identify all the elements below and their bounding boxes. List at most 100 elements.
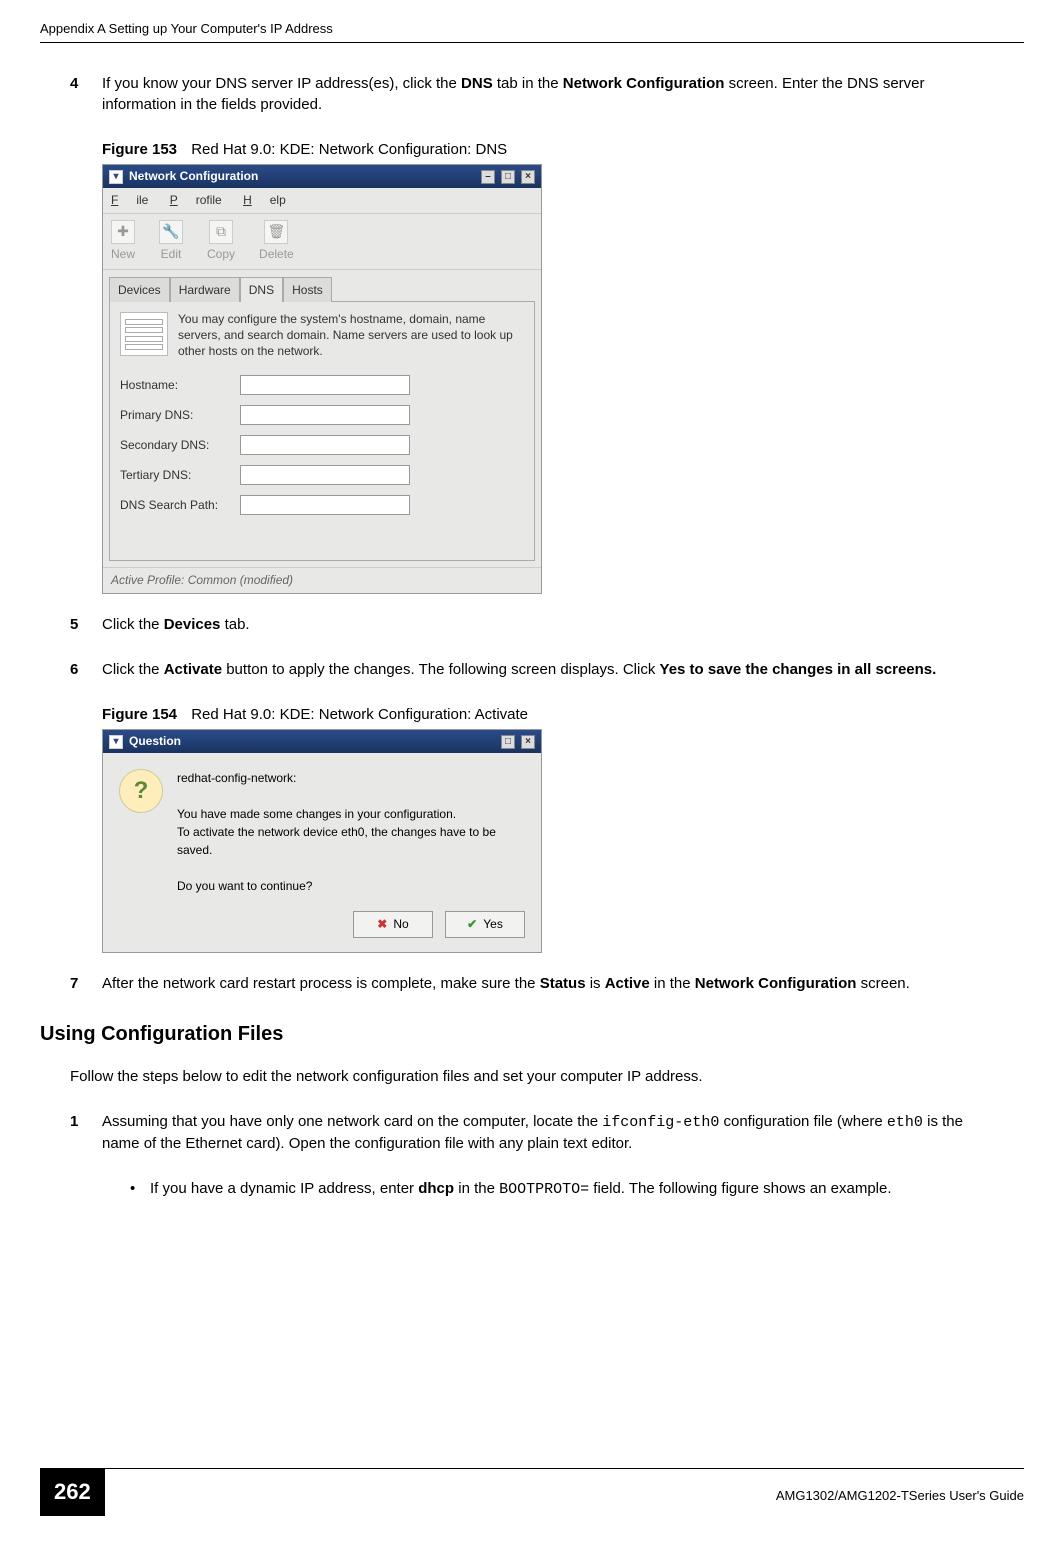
dialog-titlebar[interactable]: ▾ Question □ × [103,730,541,753]
tab-devices[interactable]: Devices [109,277,170,303]
no-button[interactable]: ✖No [353,911,433,938]
dialog-close-button[interactable]: × [521,735,535,749]
primary-dns-row: Primary DNS: [120,405,524,425]
step-7-b1: Status [540,975,586,992]
figure-153: Figure 153 Red Hat 9.0: KDE: Network Con… [102,139,994,594]
step-7-post: screen. [856,975,909,992]
step-1b-mid: configuration file (where [719,1113,887,1130]
dialog-buttons: ✖No ✔ Yes [103,903,541,952]
question-dialog: ▾ Question □ × ? redhat-config-network: … [102,729,542,953]
figure-154-caption-text: Red Hat 9.0: KDE: Network Configuration:… [191,706,528,723]
tab-hosts[interactable]: Hosts [283,277,332,303]
step-5-bold: Devices [164,616,221,633]
secondary-dns-input[interactable] [240,435,410,455]
tab-hardware[interactable]: Hardware [170,277,240,303]
step-1b-num: 1 [70,1111,102,1154]
bullet-text: If you have a dynamic IP address, enter … [150,1178,892,1200]
figure-153-caption-text: Red Hat 9.0: KDE: Network Configuration:… [191,141,507,158]
toolbar-copy[interactable]: ⧉ Copy [207,220,235,263]
window-titlebar[interactable]: ▾ Network Configuration – □ × [103,165,541,188]
question-icon: ? [119,769,163,813]
toolbar-delete[interactable]: 🗑 Delete [259,220,294,263]
figure-154: Figure 154 Red Hat 9.0: KDE: Network Con… [102,704,994,953]
bullet-mid: in the [454,1180,499,1197]
hostname-row: Hostname: [120,375,524,395]
window-menu-icon[interactable]: ▾ [109,170,123,184]
step-7: 7 After the network card restart process… [70,973,994,994]
copy-icon: ⧉ [209,220,233,244]
hostname-label: Hostname: [120,377,240,394]
step-4-text: If you know your DNS server IP address(e… [102,73,994,115]
toolbar-new-label: New [111,246,135,263]
minimize-button[interactable]: – [481,170,495,184]
step-4: 4 If you know your DNS server IP address… [70,73,994,115]
toolbar-new[interactable]: ✚ New [111,220,135,263]
tab-dns[interactable]: DNS [240,277,283,303]
step-6-mid: button to apply the changes. The followi… [222,661,659,678]
status-bar: Active Profile: Common (modified) [103,567,541,593]
step-4-mid: tab in the [493,75,563,92]
dhcp-bullet: • If you have a dynamic IP address, ente… [130,1178,994,1200]
step-7-text: After the network card restart process i… [102,973,994,994]
dialog-line4: Do you want to continue? [177,877,525,895]
step-6-bold1: Activate [164,661,222,678]
step-6-pre: Click the [102,661,164,678]
dialog-message: redhat-config-network: You have made som… [177,769,525,895]
tertiary-dns-input[interactable] [240,465,410,485]
menu-profile[interactable]: Profile [170,193,222,207]
dns-servers-icon [120,312,168,356]
bullet-post: field. The following figure shows an exa… [589,1180,891,1197]
step-6-bold2: Yes to save the changes in all screens. [660,661,937,678]
toolbar-delete-label: Delete [259,246,294,263]
menu-file[interactable]: File [111,193,148,207]
no-label: No [393,916,408,933]
figure-154-caption: Figure 154 Red Hat 9.0: KDE: Network Con… [102,704,994,725]
step-7-mid: is [586,975,605,992]
dns-description-text: You may configure the system's hostname,… [178,312,524,359]
delete-icon: 🗑 [264,220,288,244]
dialog-maximize-button[interactable]: □ [501,735,515,749]
dialog-line2: You have made some changes in your confi… [177,805,525,823]
dialog-menu-icon[interactable]: ▾ [109,735,123,749]
bullet-code: BOOTPROTO= [499,1181,589,1198]
dialog-line1: redhat-config-network: [177,769,525,787]
step-7-mid2: in the [650,975,695,992]
hostname-input[interactable] [240,375,410,395]
tertiary-dns-row: Tertiary DNS: [120,465,524,485]
step-4-num: 4 [70,73,102,115]
step-5-post: tab. [220,616,249,633]
running-head: Appendix A Setting up Your Computer's IP… [40,20,1024,43]
section-heading: Using Configuration Files [40,1020,994,1048]
toolbar: ✚ New 🔧Edit ⧉ Copy 🗑 Delete [103,214,541,270]
step-7-b2: Active [605,975,650,992]
step-7-pre: After the network card restart process i… [102,975,540,992]
primary-dns-input[interactable] [240,405,410,425]
new-icon: ✚ [111,220,135,244]
dns-description-row: You may configure the system's hostname,… [120,312,524,359]
step-6-num: 6 [70,659,102,680]
figure-154-label: Figure 154 [102,706,177,723]
step-1b-code1: ifconfig-eth0 [602,1114,719,1131]
menu-help[interactable]: Help [243,193,286,207]
toolbar-edit[interactable]: 🔧Edit [159,220,183,263]
step-4-pre: If you know your DNS server IP address(e… [102,75,461,92]
step-4-bold1: DNS [461,75,493,92]
maximize-button[interactable]: □ [501,170,515,184]
tabs: Devices Hardware DNS Hosts [103,276,541,302]
page-number: 262 [40,1469,105,1516]
window-title: Network Configuration [129,168,258,185]
search-path-label: DNS Search Path: [120,497,240,514]
yes-label: Yes [483,916,503,933]
figure-153-label: Figure 153 [102,141,177,158]
close-button[interactable]: × [521,170,535,184]
page-footer: 262 AMG1302/AMG1202-TSeries User's Guide [40,1468,1024,1516]
yes-icon: ✔ [467,916,477,933]
yes-button[interactable]: ✔ Yes [445,911,525,938]
running-head-text: Appendix A Setting up Your Computer's IP… [40,21,333,36]
toolbar-copy-label: Copy [207,246,235,263]
tab-content-dns: You may configure the system's hostname,… [109,301,535,561]
network-config-window: ▾ Network Configuration – □ × File Profi… [102,164,542,594]
footer-guide-name: AMG1302/AMG1202-TSeries User's Guide [776,1487,1024,1505]
search-path-input[interactable] [240,495,410,515]
step-5-num: 5 [70,614,102,635]
